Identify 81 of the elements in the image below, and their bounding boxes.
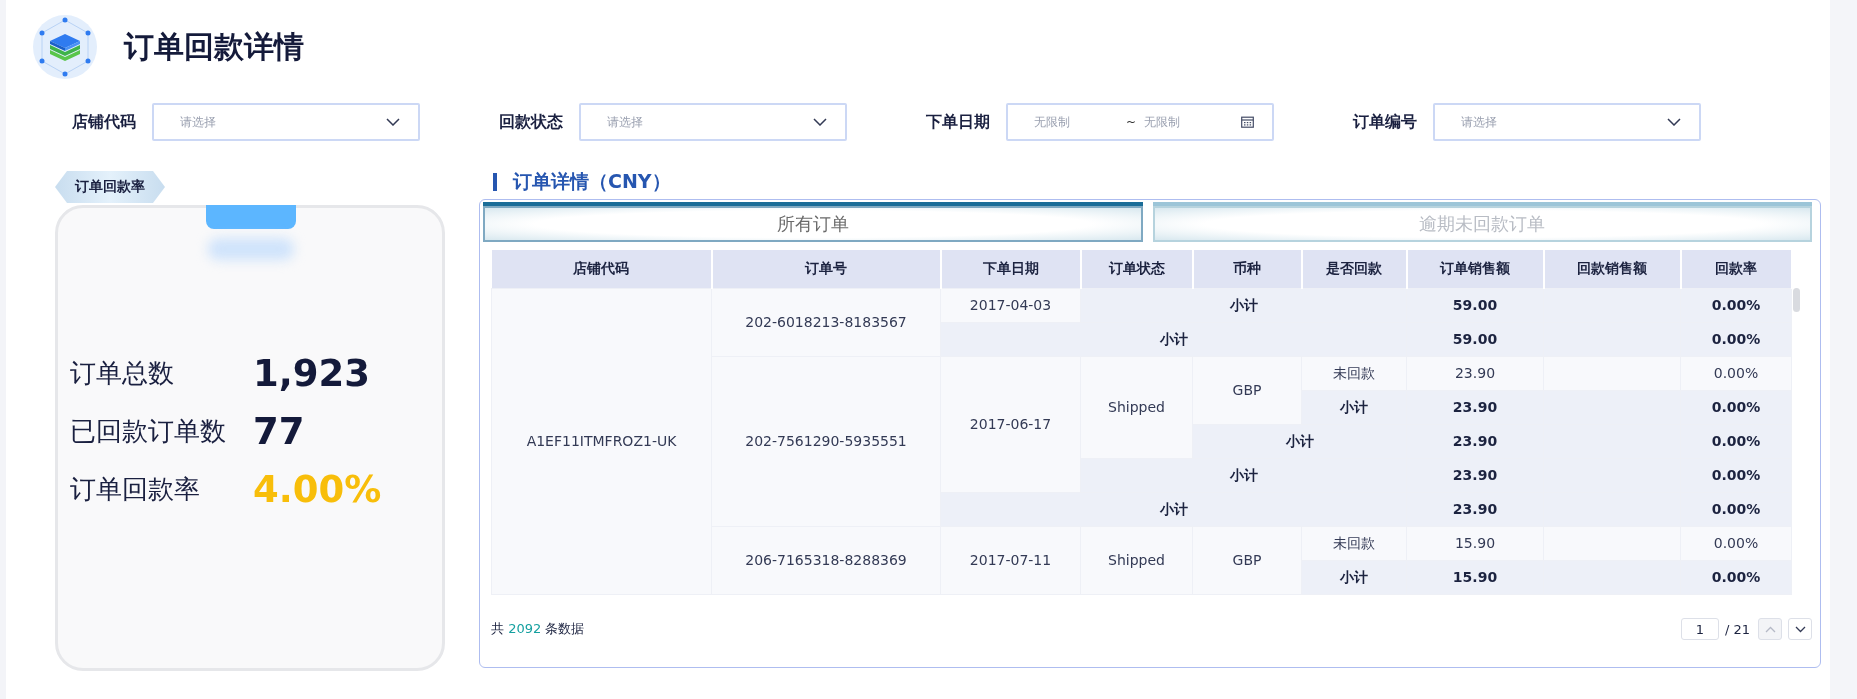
table-cell: 0.00% (1680, 390, 1792, 425)
filter-label: 回款状态 (499, 111, 564, 133)
select-field[interactable]: 请选择 (1433, 103, 1701, 141)
chevron-up-icon (1764, 625, 1776, 633)
stat-value: 1,923 (253, 351, 371, 395)
stat-value: 4.00% (253, 467, 382, 511)
table-cell: 0.00% (1680, 322, 1792, 357)
table-cell: 59.00 (1406, 322, 1544, 357)
chevron-down-icon (813, 118, 827, 126)
table-cell: 小计 (1301, 560, 1407, 595)
table-cell: 0.00% (1680, 424, 1792, 459)
table-cell: 0.00% (1680, 288, 1792, 323)
table-cell: 23.90 (1406, 390, 1544, 425)
table-cell: 2017-07-11 (940, 526, 1081, 595)
end-date-placeholder: 无限制 (1144, 113, 1182, 131)
column-header: 订单号 (711, 250, 941, 289)
layers-logo-icon (32, 14, 98, 80)
table-cell: 59.00 (1406, 288, 1544, 323)
filter-label: 下单日期 (926, 111, 991, 133)
table-cell: 未回款 (1301, 526, 1407, 561)
chevron-down-icon (1667, 118, 1681, 126)
page-title: 订单回款详情 (124, 27, 304, 66)
date-range-field[interactable]: 无限制 ~ 无限制 (1006, 103, 1274, 141)
table-cell: 0.00% (1680, 492, 1792, 527)
range-separator: ~ (1126, 115, 1137, 129)
table-cell: 0.00% (1680, 356, 1792, 391)
table-cell: Shipped (1080, 356, 1193, 459)
column-header: 回款销售额 (1543, 250, 1681, 289)
stat-value: 77 (253, 409, 305, 453)
stat-label: 订单回款率 (70, 472, 201, 506)
column-header: 币种 (1192, 250, 1302, 289)
table-cell: 0.00% (1680, 526, 1792, 561)
column-header: 店铺代码 (491, 250, 712, 289)
column-header: 是否回款 (1301, 250, 1407, 289)
filter-label: 订单编号 (1353, 111, 1418, 133)
table-cell: 2017-04-03 (940, 288, 1081, 323)
chevron-down-icon (1794, 625, 1806, 633)
section-badge: 订单回款率 (55, 171, 165, 203)
chevron-down-icon (386, 118, 400, 126)
next-page-button[interactable] (1788, 618, 1812, 640)
filter-label: 店铺代码 (72, 111, 137, 133)
table-cell: 小计 (1080, 288, 1407, 323)
table-cell: 15.90 (1406, 526, 1544, 561)
table-cell: 小计 (1080, 458, 1407, 493)
table-cell: 未回款 (1301, 356, 1407, 391)
table-cell: 23.90 (1406, 356, 1544, 391)
column-header: 下单日期 (940, 250, 1081, 289)
previous-page-button[interactable] (1758, 618, 1782, 640)
section-title: 订单详情（CNY） (513, 169, 671, 194)
table-cell: 2017-06-17 (940, 356, 1081, 493)
title-accent-bar (493, 173, 497, 191)
page-input[interactable]: 1 (1680, 618, 1719, 640)
table-cell: 202-7561290-5935551 (711, 356, 941, 527)
table-cell: A1EF11ITMFROZ1-UK (491, 288, 712, 595)
table-cell: 小计 (1301, 390, 1407, 425)
table-cell: GBP (1192, 526, 1302, 595)
table-cell: 23.90 (1406, 492, 1544, 527)
table-cell: 0.00% (1680, 458, 1792, 493)
table-cell: 小计 (940, 322, 1407, 357)
table-cell: 202-6018213-8183567 (711, 288, 941, 357)
calendar-icon (1241, 116, 1254, 128)
table-cell: 206-7165318-8288369 (711, 526, 941, 595)
start-date-placeholder: 无限制 (1034, 113, 1071, 131)
select-field[interactable]: 请选择 (579, 103, 847, 141)
stat-label: 已回款订单数 (70, 414, 227, 448)
column-header: 订单销售额 (1406, 250, 1544, 289)
table-cell: 0.00% (1680, 560, 1792, 595)
page-total: / 21 (1724, 621, 1750, 637)
select-field[interactable]: 请选择 (152, 103, 420, 141)
table-cell: GBP (1192, 356, 1302, 425)
table-cell: Shipped (1080, 526, 1193, 595)
table-cell: 15.90 (1406, 560, 1544, 595)
table-cell: 小计 (940, 492, 1407, 527)
total-count-text: 共 2092 条数据 (491, 620, 585, 638)
scrollbar-thumb[interactable] (1793, 288, 1800, 312)
stat-label: 订单总数 (70, 356, 175, 390)
column-header: 回款率 (1680, 250, 1792, 289)
column-header: 订单状态 (1080, 250, 1193, 289)
table-cell: 小计 (1192, 424, 1407, 459)
table-cell: 23.90 (1406, 458, 1544, 493)
table-cell: 23.90 (1406, 424, 1544, 459)
